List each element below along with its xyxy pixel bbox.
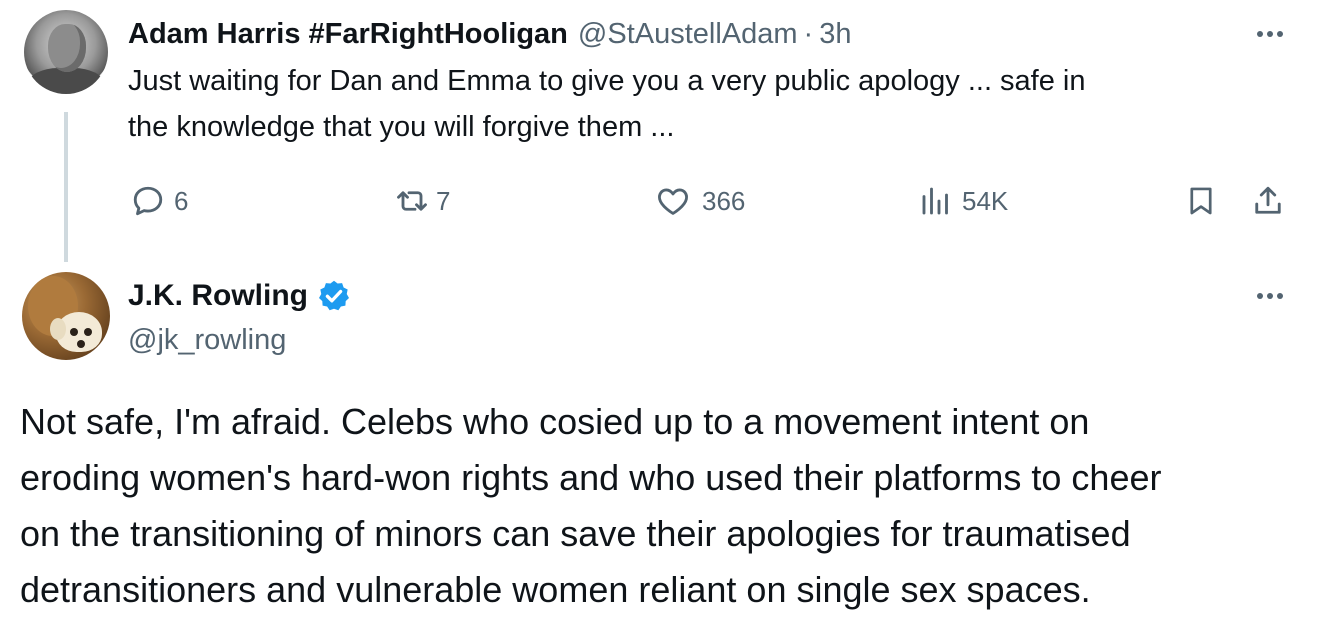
tweet-timestamp[interactable]: 3h bbox=[819, 18, 851, 51]
views-button[interactable]: 54K bbox=[918, 178, 1008, 224]
tweet-text: Just waiting for Dan and Emma to give yo… bbox=[128, 58, 1278, 150]
like-button[interactable]: 366 bbox=[654, 178, 745, 224]
verified-badge-icon[interactable] bbox=[316, 278, 352, 314]
reply-button[interactable]: 6 bbox=[130, 178, 188, 224]
reply-icon bbox=[133, 186, 163, 216]
author-avatar[interactable] bbox=[22, 272, 110, 360]
author-handle[interactable]: @jk_rowling bbox=[128, 320, 286, 360]
tweet-text: Not safe, I'm afraid. Celebs who cosied … bbox=[20, 394, 1310, 618]
views-count: 54K bbox=[962, 185, 1009, 216]
like-icon bbox=[658, 188, 688, 215]
views-icon bbox=[922, 187, 948, 215]
author-avatar[interactable] bbox=[24, 10, 108, 94]
reply-count: 6 bbox=[174, 185, 189, 216]
author-handle[interactable]: @StAustellAdam bbox=[578, 18, 798, 51]
tweet-header: Adam Harris #FarRightHooligan @StAustell… bbox=[128, 14, 851, 54]
bookmark-icon bbox=[1190, 187, 1212, 215]
header-separator: · bbox=[803, 17, 814, 50]
bookmark-button[interactable] bbox=[1184, 178, 1218, 224]
author-name[interactable]: Adam Harris #FarRightHooligan bbox=[128, 18, 568, 51]
share-icon bbox=[1255, 186, 1281, 214]
tweet-actions-bar: 6 7 366 54K bbox=[0, 178, 1322, 224]
tweet-text-line: Just waiting for Dan and Emma to give yo… bbox=[128, 65, 1086, 97]
tweet-text-line: eroding women's hard-won rights and who … bbox=[20, 457, 1162, 498]
tweet-text-line: the knowledge that you will forgive them… bbox=[128, 111, 675, 143]
share-button[interactable] bbox=[1250, 178, 1286, 224]
repost-button[interactable]: 7 bbox=[392, 178, 450, 224]
repost-count: 7 bbox=[436, 185, 451, 216]
tweet-text-line: on the transitioning of minors can save … bbox=[20, 513, 1131, 554]
author-name[interactable]: J.K. Rowling bbox=[128, 279, 308, 313]
more-icon[interactable] bbox=[1250, 286, 1290, 306]
like-count: 366 bbox=[702, 185, 746, 216]
repost-icon bbox=[397, 191, 427, 211]
tweet-text-line: detransitioners and vulnerable women rel… bbox=[20, 569, 1091, 610]
more-icon[interactable] bbox=[1250, 24, 1290, 44]
tweet-text-line: Not safe, I'm afraid. Celebs who cosied … bbox=[20, 401, 1090, 442]
author-name-row: J.K. Rowling bbox=[128, 276, 352, 316]
